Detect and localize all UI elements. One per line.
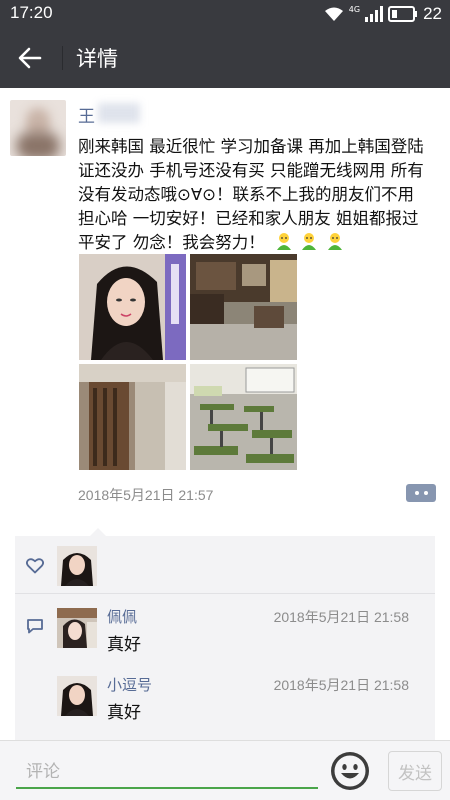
status-time: 17:20: [10, 3, 53, 22]
author-avatar[interactable]: [10, 100, 66, 156]
comment-item[interactable]: 佩佩 2018年5月21日 21:58 真好: [15, 598, 435, 662]
smiley-icon: [331, 752, 369, 790]
likes-row: [15, 536, 435, 592]
network-type-label: 4G: [348, 4, 361, 14]
status-bar: 17:20 4G 22: [0, 0, 450, 28]
status-indicators: 4G 22: [324, 4, 442, 24]
person-emoji-icon: [270, 233, 299, 252]
liker-avatar[interactable]: [57, 546, 97, 586]
post-time: 2018年5月21日 21:57: [78, 487, 214, 503]
arrow-left-icon: [18, 47, 42, 69]
post-text: 刚来韩国 最近很忙 学习加备课 再加上韩国登陆证还没办 手机号还没有买 只能蹭无…: [78, 135, 428, 255]
comment-input-bar: 发送: [0, 740, 450, 800]
commenter-avatar[interactable]: [57, 676, 97, 716]
panel-divider: [15, 593, 435, 594]
commenter-name[interactable]: 小逗号: [107, 674, 152, 695]
comment-item[interactable]: 小逗号 2018年5月21日 21:58 真好: [15, 666, 435, 730]
author-name[interactable]: 王: [78, 102, 95, 127]
page-title: 详情: [76, 48, 118, 71]
comment-input[interactable]: [16, 751, 318, 789]
comment-icon: [27, 619, 43, 634]
photo-grid: [79, 254, 297, 470]
commenter-avatar[interactable]: [57, 608, 97, 648]
interaction-panel: 佩佩 2018年5月21日 21:58 真好 小逗号 2018年5月21日 21…: [15, 536, 435, 740]
title-divider: [62, 46, 63, 70]
name-redaction: [98, 103, 140, 123]
photo-selfie[interactable]: [79, 254, 186, 360]
person-emoji-icon: [325, 233, 345, 252]
dot-icon: [423, 491, 428, 495]
photo-hallway[interactable]: [79, 364, 186, 470]
comment-text: 真好: [107, 703, 141, 723]
battery-percent: 22: [423, 4, 442, 23]
signal-icon: [365, 6, 384, 22]
back-button[interactable]: [12, 42, 48, 74]
panel-pointer: [90, 528, 106, 536]
comment-time: 2018年5月21日 21:58: [273, 677, 409, 693]
battery-icon: [388, 6, 418, 22]
photo-classroom[interactable]: [190, 364, 297, 470]
photo-reception[interactable]: [190, 254, 297, 360]
post-body: 刚来韩国 最近很忙 学习加备课 再加上韩国登陆证还没办 手机号还没有买 只能蹭无…: [78, 137, 424, 252]
more-actions-button[interactable]: [406, 484, 436, 502]
wifi-icon: [324, 7, 343, 21]
comment-text: 真好: [107, 635, 141, 655]
dot-icon: [414, 491, 419, 495]
title-bar: 详情: [0, 28, 450, 88]
emoji-button[interactable]: [330, 751, 370, 791]
comment-time: 2018年5月21日 21:58: [273, 609, 409, 625]
heart-icon: [26, 558, 44, 574]
person-emoji-icon: [299, 233, 324, 252]
send-button[interactable]: 发送: [388, 751, 442, 791]
commenter-name[interactable]: 佩佩: [107, 606, 137, 627]
